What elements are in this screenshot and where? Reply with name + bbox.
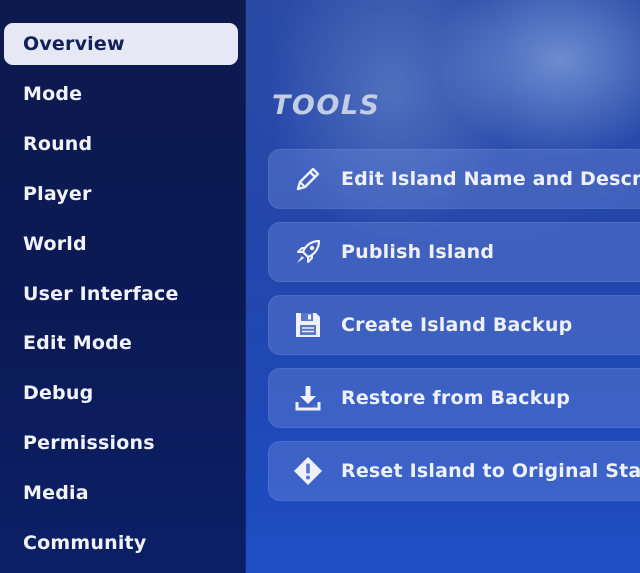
tool-label: Restore from Backup bbox=[341, 387, 571, 409]
sidebar-item-label: User Interface bbox=[23, 283, 179, 305]
sidebar-item-label: Permissions bbox=[23, 432, 155, 454]
sidebar-item-label: Round bbox=[23, 133, 93, 155]
tool-label: Edit Island Name and Descr bbox=[341, 168, 640, 190]
sidebar-item-label: Community bbox=[23, 532, 147, 554]
reset-island-button[interactable]: Reset Island to Original Stat bbox=[268, 441, 640, 501]
publish-island-button[interactable]: Publish Island bbox=[268, 222, 640, 282]
warning-icon bbox=[291, 454, 325, 488]
sidebar-item-permissions[interactable]: Permissions bbox=[4, 422, 238, 464]
sidebar-item-overview[interactable]: Overview bbox=[4, 23, 238, 65]
section-title: TOOLS bbox=[272, 90, 381, 121]
tool-label: Publish Island bbox=[341, 241, 495, 263]
sidebar-item-media[interactable]: Media bbox=[4, 472, 238, 514]
restore-from-backup-button[interactable]: Restore from Backup bbox=[268, 368, 640, 428]
pencil-icon bbox=[291, 162, 325, 196]
floppy-disk-icon bbox=[291, 308, 325, 342]
sidebar-item-label: Mode bbox=[23, 83, 83, 105]
download-icon bbox=[291, 381, 325, 415]
sidebar-item-edit-mode[interactable]: Edit Mode bbox=[4, 322, 238, 364]
edit-island-name-button[interactable]: Edit Island Name and Descr bbox=[268, 149, 640, 209]
sidebar: Overview Mode Round Player World User In… bbox=[0, 0, 246, 573]
sidebar-item-round[interactable]: Round bbox=[4, 123, 238, 165]
sidebar-item-label: Debug bbox=[23, 382, 94, 404]
tool-label: Create Island Backup bbox=[341, 314, 573, 336]
sidebar-item-world[interactable]: World bbox=[4, 223, 238, 265]
sidebar-item-mode[interactable]: Mode bbox=[4, 73, 238, 115]
sidebar-item-label: Media bbox=[23, 482, 89, 504]
rocket-icon bbox=[291, 235, 325, 269]
tool-label: Reset Island to Original Stat bbox=[341, 460, 640, 482]
sidebar-item-label: Edit Mode bbox=[23, 332, 133, 354]
sidebar-item-label: Overview bbox=[23, 33, 125, 55]
sidebar-item-label: World bbox=[23, 233, 87, 255]
sidebar-item-player[interactable]: Player bbox=[4, 173, 238, 215]
sidebar-item-community[interactable]: Community bbox=[4, 522, 238, 564]
sidebar-item-debug[interactable]: Debug bbox=[4, 372, 238, 414]
sidebar-item-user-interface[interactable]: User Interface bbox=[4, 273, 238, 315]
sidebar-item-label: Player bbox=[23, 183, 92, 205]
create-island-backup-button[interactable]: Create Island Backup bbox=[268, 295, 640, 355]
